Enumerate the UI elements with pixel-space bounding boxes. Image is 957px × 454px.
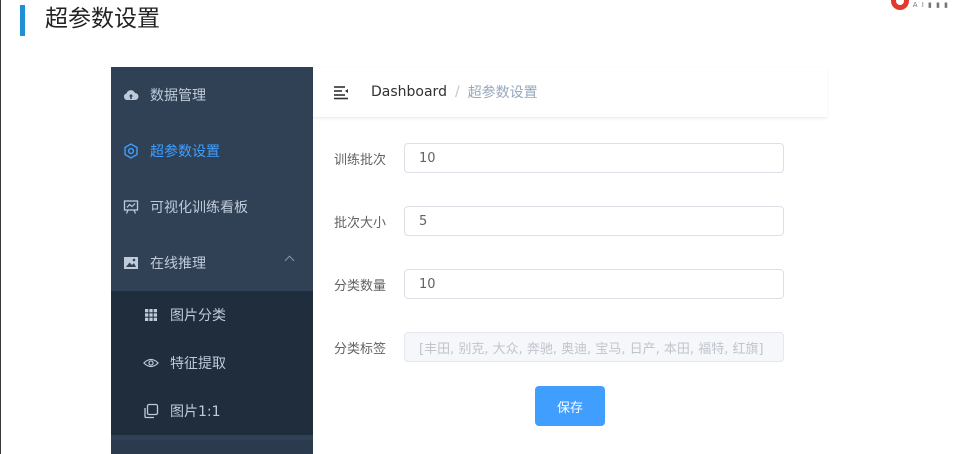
sidebar-item-label: 特征提取: [170, 356, 226, 372]
cloud-upload-icon: [123, 87, 139, 103]
logo: A I ▮ ▮ ▮: [890, 0, 949, 10]
copy-icon: [143, 403, 159, 419]
sidebar-item-online-inference[interactable]: 在线推理: [111, 235, 313, 291]
sidebar-item-label: 可视化训练看板: [150, 200, 248, 216]
sidebar-item-hyperparameters[interactable]: 超参数设置: [111, 123, 313, 179]
gear-icon: [123, 143, 139, 159]
eye-icon: [143, 355, 159, 371]
logo-text: A I ▮ ▮ ▮: [912, 1, 949, 9]
sidebar-item-label: 数据管理: [150, 88, 206, 104]
form-row-epochs: 训练批次: [334, 142, 784, 174]
logo-mark-icon: [890, 0, 909, 10]
main-content: Dashboard / 超参数设置 训练批次 批次大小 分类数量 分类标签: [313, 67, 827, 454]
menu-fold-icon[interactable]: [333, 84, 349, 100]
form-row-class-count: 分类数量: [334, 268, 784, 300]
slide-title: 超参数设置: [45, 6, 160, 32]
sidebar-item-label: 图片分类: [170, 308, 226, 324]
class-count-label: 分类数量: [334, 278, 387, 294]
sidebar-subitem-image-compare[interactable]: 图片1:1: [111, 387, 313, 435]
save-button[interactable]: 保存: [535, 386, 605, 426]
chevron-up-icon: [284, 255, 295, 266]
sidebar-subitem-image-classification[interactable]: 图片分类: [111, 291, 313, 339]
breadcrumb: Dashboard / 超参数设置: [371, 82, 538, 102]
navbar: Dashboard / 超参数设置: [313, 67, 827, 118]
epochs-input[interactable]: [404, 143, 784, 173]
app-window: 数据管理 超参数设置 可视化训练看板 在线推理 图片分类 特征提取 图片1:1 …: [111, 67, 827, 454]
hyperparameter-form: 训练批次 批次大小 分类数量 分类标签: [334, 142, 784, 394]
sidebar: 数据管理 超参数设置 可视化训练看板 在线推理 图片分类 特征提取 图片1:1: [111, 67, 313, 454]
sidebar-item-label: 超参数设置: [150, 144, 220, 160]
sidebar-item-label: 图片1:1: [170, 404, 221, 420]
sidebar-footer: [111, 440, 313, 454]
batch-size-label: 批次大小: [334, 215, 387, 231]
class-tags-input[interactable]: [404, 332, 784, 362]
submenu-online-inference: 图片分类 特征提取 图片1:1: [111, 291, 313, 435]
form-row-batch-size: 批次大小: [334, 205, 784, 237]
breadcrumb-dashboard[interactable]: Dashboard: [371, 84, 447, 100]
sidebar-item-data-management[interactable]: 数据管理: [111, 67, 313, 123]
sidebar-item-label: 在线推理: [150, 256, 206, 272]
sidebar-item-training-dashboard[interactable]: 可视化训练看板: [111, 179, 313, 235]
sidebar-subitem-feature-extraction[interactable]: 特征提取: [111, 339, 313, 387]
image-icon: [123, 255, 139, 271]
epochs-label: 训练批次: [334, 152, 387, 168]
breadcrumb-current: 超参数设置: [467, 85, 538, 101]
class-count-input[interactable]: [404, 269, 784, 299]
class-tags-label: 分类标签: [334, 341, 387, 357]
slide-left-rule: [0, 0, 1, 454]
grid-icon: [143, 307, 159, 323]
form-row-class-tags: 分类标签: [334, 331, 784, 363]
batch-size-input[interactable]: [404, 206, 784, 236]
breadcrumb-separator: /: [454, 84, 460, 100]
chart-board-icon: [123, 199, 139, 215]
title-accent-bar: [20, 5, 25, 36]
